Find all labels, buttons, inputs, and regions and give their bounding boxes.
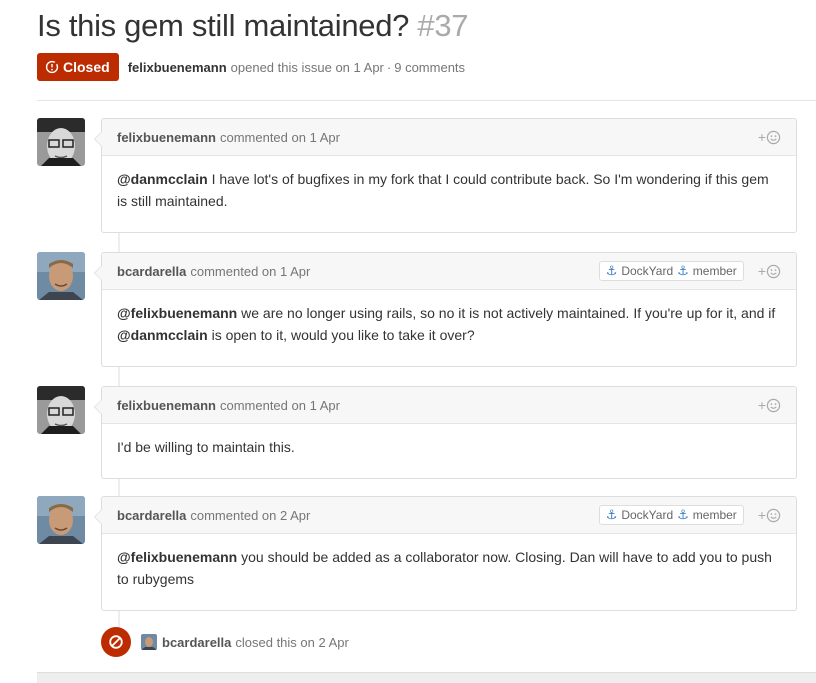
mention-link[interactable]: @danmcclain xyxy=(117,327,208,343)
badge-org: DockYard xyxy=(621,264,674,278)
comment-body: @danmcclain I have lot's of bugfixes in … xyxy=(102,156,796,226)
actor-avatar[interactable] xyxy=(141,634,157,650)
avatar-bcardarella[interactable] xyxy=(37,252,85,300)
issue-meta: Closed felixbuenemann opened this issue … xyxy=(37,53,465,81)
owner-badge: ⚓ DockYard ⚓ member xyxy=(598,261,744,281)
comment-text: is open to it, would you like to take it… xyxy=(207,327,475,343)
bottom-divider xyxy=(37,672,816,683)
add-reaction-smiley-icon xyxy=(766,508,781,522)
mention-link[interactable]: @felixbuenemann xyxy=(117,305,237,321)
comment-header: bcardarella commented on 1 Apr ⚓ DockYard… xyxy=(102,253,796,290)
comment-header: felixbuenemann commented on 1 Apr + xyxy=(102,119,796,156)
comment-timestamp[interactable]: commented on 1 Apr xyxy=(190,264,310,279)
badge-role: member xyxy=(692,508,737,522)
issue-title-text: Is this gem still maintained? xyxy=(37,8,410,43)
comment-3: felixbuenemann commented on 1 Apr + I'd … xyxy=(94,386,797,479)
anchor-icon: ⚓ xyxy=(605,507,618,522)
comment-2: bcardarella commented on 1 Apr ⚓ DockYard… xyxy=(94,252,797,367)
issue-author-link[interactable]: felixbuenemann xyxy=(128,60,227,75)
avatar-felixbuenemann[interactable] xyxy=(37,118,85,166)
comment-author-link[interactable]: bcardarella xyxy=(117,508,186,523)
add-reaction-smiley-icon xyxy=(766,130,781,144)
comment-text: we are no longer using rails, so no it i… xyxy=(237,305,776,321)
issue-number: #37 xyxy=(417,8,469,43)
comment-timestamp[interactable]: commented on 2 Apr xyxy=(190,508,310,523)
comment-4: bcardarella commented on 2 Apr ⚓ DockYard… xyxy=(94,496,797,611)
issue-title: Is this gem still maintained? #37 xyxy=(37,8,469,44)
close-actor-link[interactable]: bcardarella xyxy=(162,635,231,650)
state-label: Closed xyxy=(63,59,110,75)
avatar-felixbuenemann[interactable] xyxy=(37,386,85,434)
meta-separator: · xyxy=(386,59,392,75)
comment-author-link[interactable]: felixbuenemann xyxy=(117,398,216,413)
add-reaction-button[interactable]: + xyxy=(758,263,781,279)
badge-role: member xyxy=(692,264,737,278)
add-reaction-button[interactable]: + xyxy=(758,129,781,145)
badge-org: DockYard xyxy=(621,508,674,522)
anchor-icon: ⚓ xyxy=(605,263,618,278)
comment-timestamp[interactable]: commented on 1 Apr xyxy=(220,130,340,145)
add-reaction-button[interactable]: + xyxy=(758,507,781,523)
close-event: bcardarella closed this on 2 Apr xyxy=(101,626,349,658)
owner-badge: ⚓ DockYard ⚓ member xyxy=(598,505,744,525)
mention-link[interactable]: @felixbuenemann xyxy=(117,549,237,565)
anchor-icon: ⚓ xyxy=(677,263,689,278)
issue-opened-text: opened this issue on 1 Apr xyxy=(230,59,384,75)
add-reaction-smiley-icon xyxy=(766,398,781,412)
comment-body: @felixbuenemann you should be added as a… xyxy=(102,534,796,604)
issue-closed-icon xyxy=(45,60,59,74)
close-event-text: closed this on 2 Apr xyxy=(235,634,349,650)
avatar-bcardarella[interactable] xyxy=(37,496,85,544)
comment-body: I'd be willing to maintain this. xyxy=(102,424,796,472)
comment-text: I'd be willing to maintain this. xyxy=(117,439,295,455)
comment-author-link[interactable]: bcardarella xyxy=(117,264,186,279)
comments-count: 9 comments xyxy=(394,59,466,75)
add-reaction-smiley-icon xyxy=(766,264,781,278)
state-badge: Closed xyxy=(37,53,119,81)
comment-timestamp[interactable]: commented on 1 Apr xyxy=(220,398,340,413)
mention-link[interactable]: @danmcclain xyxy=(117,171,208,187)
comment-text: I have lot's of bugfixes in my fork that… xyxy=(117,171,769,209)
circle-slash-icon xyxy=(101,627,131,657)
comment-author-link[interactable]: felixbuenemann xyxy=(117,130,216,145)
comment-header: bcardarella commented on 2 Apr ⚓ DockYard… xyxy=(102,497,796,534)
header-divider xyxy=(37,100,816,101)
anchor-icon: ⚓ xyxy=(677,507,689,522)
add-reaction-button[interactable]: + xyxy=(758,397,781,413)
comment-1: felixbuenemann commented on 1 Apr + @dan… xyxy=(94,118,797,233)
comment-body: @felixbuenemann we are no longer using r… xyxy=(102,290,796,360)
comment-header: felixbuenemann commented on 1 Apr + xyxy=(102,387,796,424)
